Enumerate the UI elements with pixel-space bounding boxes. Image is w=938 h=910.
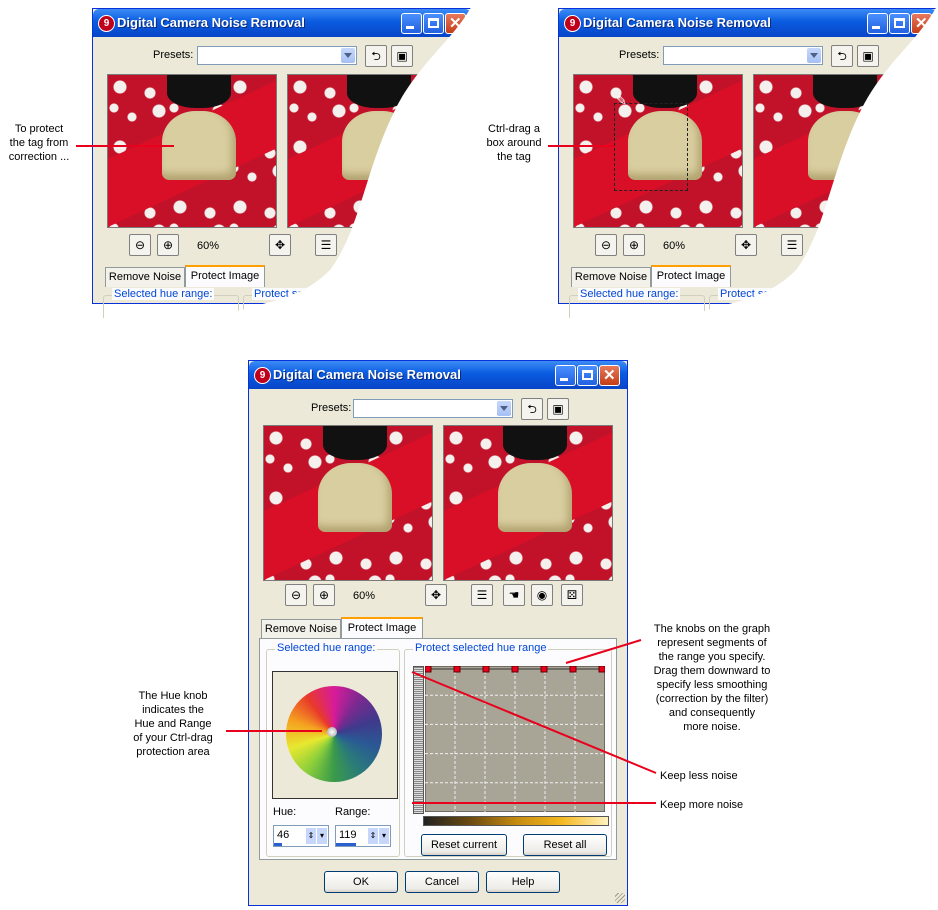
- pan-move-icon: ✥: [430, 588, 442, 602]
- hue-value[interactable]: 46: [277, 829, 289, 841]
- hue-knob[interactable]: [327, 727, 337, 737]
- reset-arrow-icon: ⮌: [527, 402, 537, 416]
- auto-proof-button[interactable]: ☚: [503, 584, 525, 606]
- hue-protection-graph[interactable]: [425, 666, 605, 812]
- zoom-in-icon: ⊕: [318, 588, 330, 602]
- hue-wheel-frame: [272, 671, 398, 799]
- annotation-graph-knobs: The knobs on the graph represent segment…: [653, 623, 771, 733]
- zoom-out-icon: ⊖: [290, 588, 302, 602]
- reset-preset-button[interactable]: ⮌: [521, 398, 543, 420]
- hue-spinner[interactable]: 46 ⇕ ▾: [273, 825, 329, 847]
- selected-hue-range-title: Selected hue range:: [275, 642, 378, 654]
- maximize-button[interactable]: [577, 365, 598, 386]
- annotation-ctrl-drag: Ctrl-drag a box around the tag: [486, 123, 542, 163]
- pan-button[interactable]: ✥: [425, 584, 447, 606]
- presets-dropdown[interactable]: [353, 399, 513, 418]
- zoom-level: 60%: [353, 590, 376, 602]
- tab-protect-image[interactable]: Protect Image: [341, 617, 423, 639]
- hue-level-bar: [274, 843, 282, 846]
- close-icon: ✕: [603, 367, 616, 384]
- minimize-button[interactable]: [555, 365, 576, 386]
- annotation-keep-more-noise: Keep more noise: [660, 799, 744, 811]
- leader-line-hue-knob: [226, 730, 322, 732]
- protect-hue-range-title: Protect selected hue range: [413, 642, 549, 654]
- graph-knob-5[interactable]: [540, 666, 548, 673]
- eye-icon: ◉: [536, 588, 548, 602]
- hue-label: Hue:: [273, 806, 297, 818]
- presets-label: Presets:: [311, 402, 352, 414]
- range-stepper-icon[interactable]: ⇕: [368, 828, 378, 844]
- leader-line-protect-tag: [76, 145, 174, 147]
- dice-icon: ⚄: [566, 588, 578, 602]
- range-value[interactable]: 119: [339, 829, 357, 841]
- app-icon: 9: [254, 367, 271, 384]
- graph-knob-4[interactable]: [511, 666, 519, 673]
- graph-knob-3[interactable]: [482, 666, 490, 673]
- selected-hue-range-group: Selected hue range: Hue: Range: 46 ⇕ ▾ 1…: [266, 642, 400, 857]
- reset-all-button[interactable]: Reset all: [523, 834, 607, 856]
- leader-line-ctrl-drag: [548, 145, 614, 147]
- torn-edge-mask-right: [0, 3, 938, 330]
- graph-knob-1[interactable]: [425, 666, 432, 673]
- cancel-button[interactable]: Cancel: [405, 871, 479, 893]
- graph-knob-6[interactable]: [569, 666, 577, 673]
- zoom-in-button[interactable]: ⊕: [313, 584, 335, 606]
- tab-remove-noise[interactable]: Remove Noise: [261, 619, 341, 639]
- auto-proof-icon: ☚: [508, 588, 520, 602]
- protect-hue-range-group: Protect selected hue range Reset current…: [404, 642, 612, 857]
- chevron-down-icon[interactable]: ▾: [317, 828, 327, 844]
- save-disk-icon: ▣: [552, 402, 564, 416]
- title-bar[interactable]: 9 Digital Camera Noise Removal ✕: [249, 361, 627, 389]
- maximize-icon: [582, 370, 593, 380]
- graph-knob-7[interactable]: [598, 666, 605, 673]
- view-toggle-button[interactable]: ◉: [531, 584, 553, 606]
- noise-gradient-strip: [413, 666, 424, 814]
- resize-grip-icon[interactable]: [615, 893, 625, 903]
- proof-toggle-button[interactable]: ☰: [471, 584, 493, 606]
- before-preview: [263, 425, 433, 581]
- annotation-protect-tag: To protect the tag from correction ...: [8, 123, 70, 163]
- zoom-out-button[interactable]: ⊖: [285, 584, 307, 606]
- after-preview: [443, 425, 613, 581]
- range-label: Range:: [335, 806, 371, 818]
- proof-toggle-icon: ☰: [476, 588, 488, 602]
- annotation-hue-knob: The Hue knob indicates the Hue and Range…: [133, 690, 213, 758]
- help-button[interactable]: Help: [486, 871, 560, 893]
- minimize-icon: [560, 378, 568, 381]
- close-button[interactable]: ✕: [599, 365, 620, 386]
- hue-stepper-icon[interactable]: ⇕: [306, 828, 316, 844]
- reset-current-button[interactable]: Reset current: [421, 834, 507, 856]
- hue-spectrum-bar: [423, 816, 609, 826]
- chevron-down-icon[interactable]: ▾: [379, 828, 389, 844]
- randomize-button[interactable]: ⚄: [561, 584, 583, 606]
- range-level-bar: [336, 843, 356, 846]
- ok-button[interactable]: OK: [324, 871, 398, 893]
- graph-knob-2[interactable]: [453, 666, 461, 673]
- chevron-down-icon: [497, 401, 511, 416]
- dialog-main: 9 Digital Camera Noise Removal ✕ Presets…: [248, 360, 628, 906]
- save-preset-button[interactable]: ▣: [547, 398, 569, 420]
- window-title: Digital Camera Noise Removal: [273, 367, 461, 382]
- range-spinner[interactable]: 119 ⇕ ▾: [335, 825, 391, 847]
- tab-panel: Selected hue range: Hue: Range: 46 ⇕ ▾ 1…: [259, 638, 617, 860]
- annotation-keep-less-noise: Keep less noise: [660, 770, 738, 782]
